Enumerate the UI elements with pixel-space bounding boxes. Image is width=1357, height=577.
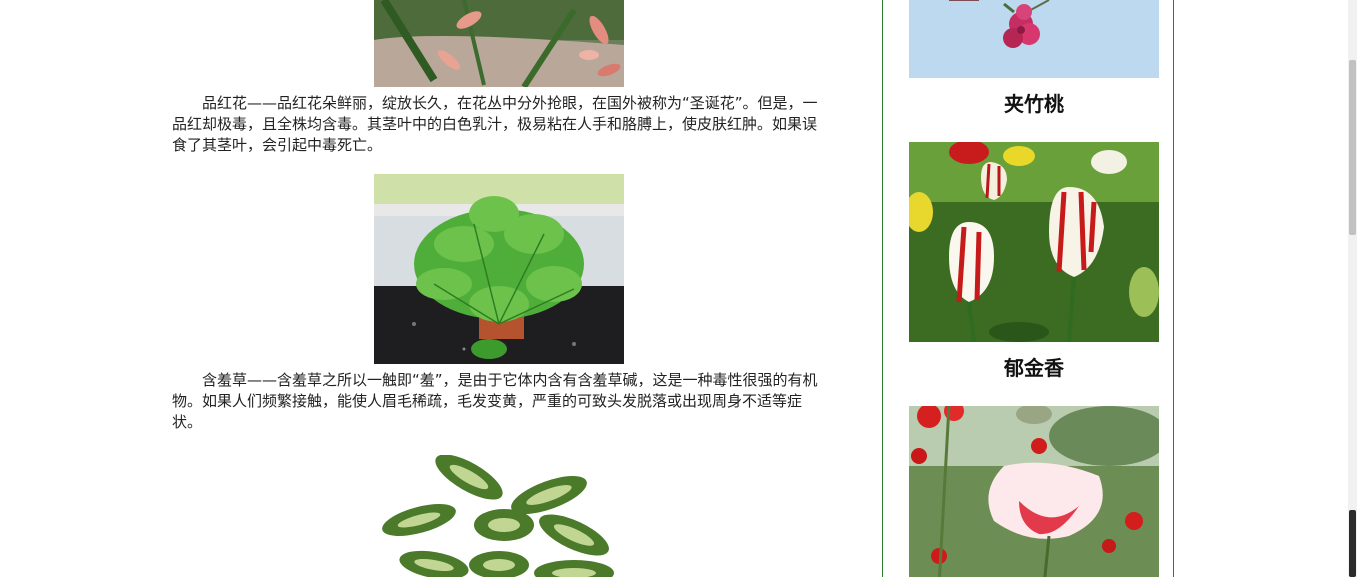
mimosa-paragraph: 含羞草——含羞草之所以一触即“羞”，是由于它体内含有含羞草碱，这是一种毒性很强的… — [172, 371, 818, 431]
orchid-photo — [374, 0, 624, 87]
scrollbar-overlay-handle[interactable] — [1349, 510, 1356, 577]
tulip-caption[interactable]: 郁金香 — [909, 352, 1159, 381]
mimosa-photo — [374, 174, 624, 364]
sidebar: 夹竹桃 郁金香 — [882, 0, 1174, 577]
oleander-caption[interactable]: 夹竹桃 — [909, 88, 1159, 117]
poinsettia-paragraph: 品红花——品红花朵鲜丽，绽放长久，在花丛中分外抢眼，在国外被称为“圣诞花”。但是… — [172, 94, 818, 154]
poppy-photo[interactable] — [909, 406, 1159, 577]
scrollbar-thumb[interactable] — [1349, 60, 1356, 235]
vertical-scrollbar[interactable] — [1348, 0, 1357, 577]
dieffenbachia-photo — [374, 455, 624, 577]
page: 品红花——品红花朵鲜丽，绽放长久，在花丛中分外抢眼，在国外被称为“圣诞花”。但是… — [0, 0, 1357, 577]
oleander-photo[interactable] — [909, 0, 1159, 78]
tulip-photo[interactable] — [909, 142, 1159, 342]
